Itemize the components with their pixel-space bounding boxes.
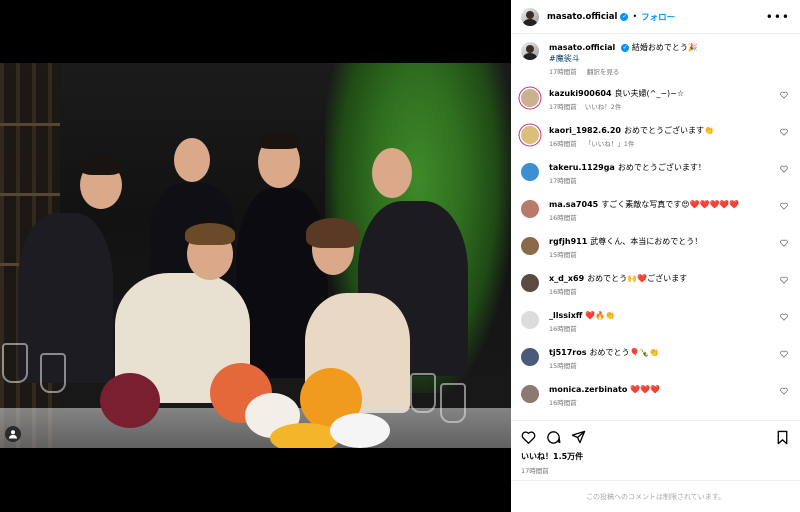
comment-row: monica.zerbinato ❤️❤️❤️ 16時間前 — [521, 384, 790, 420]
post-media[interactable] — [0, 0, 511, 512]
caption: masato.official ✓ 結婚おめでとう🎉 #魔裟斗 17時間前 翻訳を… — [521, 42, 790, 78]
avatar[interactable] — [521, 7, 539, 26]
heart-icon[interactable] — [780, 387, 788, 395]
verified-icon: ✓ — [620, 12, 629, 21]
comment-row: tj517ros おめでとう🎈🍾👏 15時間前 — [521, 347, 790, 384]
comment-time[interactable]: 16時間前 — [549, 214, 577, 222]
comment-text: すごく素敵な写真です😍❤️❤️❤️❤️❤️ — [601, 200, 740, 209]
heart-icon[interactable] — [780, 128, 788, 136]
comment-text: ❤️❤️❤️ — [630, 385, 661, 394]
post-time[interactable]: 17時間前 — [521, 465, 790, 475]
header-username[interactable]: masato.official — [547, 12, 617, 22]
comment-username[interactable]: x_d_x69 — [549, 274, 584, 283]
caption-time[interactable]: 17時間前 — [549, 68, 577, 76]
caption-text: 結婚おめでとう🎉 — [631, 43, 698, 52]
separator: • — [632, 12, 638, 21]
comment-time[interactable]: 16時間前 — [549, 140, 577, 148]
comment-text: おめでとうございます！ — [617, 163, 706, 172]
comment-username[interactable]: rgfjh911 — [549, 237, 587, 246]
instagram-post-view: masato.official ✓ • フォロー ••• masato.offi… — [0, 0, 800, 512]
comment-avatar[interactable] — [521, 348, 539, 366]
caption-avatar[interactable] — [521, 42, 539, 60]
post-photo[interactable] — [0, 63, 511, 448]
comments-list[interactable]: masato.official ✓ 結婚おめでとう🎉 #魔裟斗 17時間前 翻訳を… — [511, 34, 800, 420]
comment-row: kazuki900604 良い夫婦(^_−)−☆ 17時間前 いいね！2件 — [521, 88, 790, 125]
comment-row: rgfjh911 武尊くん、本当におめでとう！ 15時間前 — [521, 236, 790, 273]
heart-icon[interactable] — [780, 239, 788, 247]
comment-username[interactable]: tj517ros — [549, 348, 586, 357]
heart-icon[interactable] — [780, 91, 788, 99]
comment-text: 良い夫婦(^_−)−☆ — [614, 89, 685, 98]
heart-icon[interactable] — [521, 430, 536, 445]
comment-avatar[interactable] — [521, 237, 539, 255]
comment-time[interactable]: 17時間前 — [549, 177, 577, 185]
verified-icon: ✓ — [621, 43, 630, 52]
comment-row: kaori_1982.6.20 おめでとうございます👏 16時間前 「いいね！」1件 — [521, 125, 790, 162]
follow-button[interactable]: フォロー — [641, 11, 675, 23]
post-actions: いいね！1.5万件 17時間前 — [511, 420, 800, 480]
comment-time[interactable]: 17時間前 — [549, 103, 577, 111]
comment-icon[interactable] — [546, 430, 561, 445]
caption-username[interactable]: masato.official — [549, 43, 615, 52]
caption-hashtag[interactable]: #魔裟斗 — [549, 53, 790, 64]
tag-user-icon[interactable] — [5, 426, 21, 442]
comment-time[interactable]: 16時間前 — [549, 288, 577, 296]
bookmark-icon[interactable] — [775, 430, 790, 445]
comment-time[interactable]: 16時間前 — [549, 325, 577, 333]
heart-icon[interactable] — [780, 350, 788, 358]
comment-row: takeru.1129ga おめでとうございます！ 17時間前 — [521, 162, 790, 199]
comment-text: 武尊くん、本当におめでとう！ — [590, 237, 703, 246]
comment-avatar[interactable] — [521, 274, 539, 292]
heart-icon[interactable] — [780, 165, 788, 173]
post-header: masato.official ✓ • フォロー ••• — [511, 0, 800, 34]
comment-avatar[interactable] — [521, 200, 539, 218]
share-icon[interactable] — [571, 430, 586, 445]
comment-username[interactable]: takeru.1129ga — [549, 163, 615, 172]
heart-icon[interactable] — [780, 202, 788, 210]
comment-text: おめでとうございます👏 — [623, 126, 714, 135]
heart-icon[interactable] — [780, 313, 788, 321]
comment-username[interactable]: ma.sa7045 — [549, 200, 598, 209]
comment-avatar[interactable] — [521, 126, 539, 144]
comment-row: ma.sa7045 すごく素敵な写真です😍❤️❤️❤️❤️❤️ 16時間前 — [521, 199, 790, 236]
comment-likes[interactable]: 「いいね！」1件 — [585, 140, 635, 148]
comment-time[interactable]: 15時間前 — [549, 362, 577, 370]
comments-restricted-notice: この投稿へのコメントは制限されています。 — [511, 480, 800, 512]
comment-row: x_d_x69 おめでとう🙌❤️ございます 16時間前 — [521, 273, 790, 310]
comment-row: _llssixff ❤️🔥👏 16時間前 — [521, 310, 790, 347]
comment-username[interactable]: kaori_1982.6.20 — [549, 126, 621, 135]
comment-username[interactable]: monica.zerbinato — [549, 385, 627, 394]
like-count[interactable]: いいね！1.5万件 — [521, 451, 790, 462]
comment-time[interactable]: 15時間前 — [549, 251, 577, 259]
translate-link[interactable]: 翻訳を見る — [587, 68, 620, 76]
comment-text: おめでとう🙌❤️ございます — [587, 274, 688, 283]
comment-likes[interactable]: いいね！2件 — [585, 103, 622, 111]
comment-avatar[interactable] — [521, 311, 539, 329]
comment-avatar[interactable] — [521, 89, 539, 107]
comment-username[interactable]: kazuki900604 — [549, 89, 612, 98]
comment-time[interactable]: 16時間前 — [549, 399, 577, 407]
post-side-panel: masato.official ✓ • フォロー ••• masato.offi… — [511, 0, 800, 512]
comment-avatar[interactable] — [521, 163, 539, 181]
comment-text: おめでとう🎈🍾👏 — [589, 348, 660, 357]
comment-text: ❤️🔥👏 — [585, 311, 616, 320]
more-icon[interactable]: ••• — [766, 10, 790, 24]
comment-username[interactable]: _llssixff — [549, 311, 582, 320]
flower-arrangement — [60, 353, 420, 448]
heart-icon[interactable] — [780, 276, 788, 284]
comment-avatar[interactable] — [521, 385, 539, 403]
